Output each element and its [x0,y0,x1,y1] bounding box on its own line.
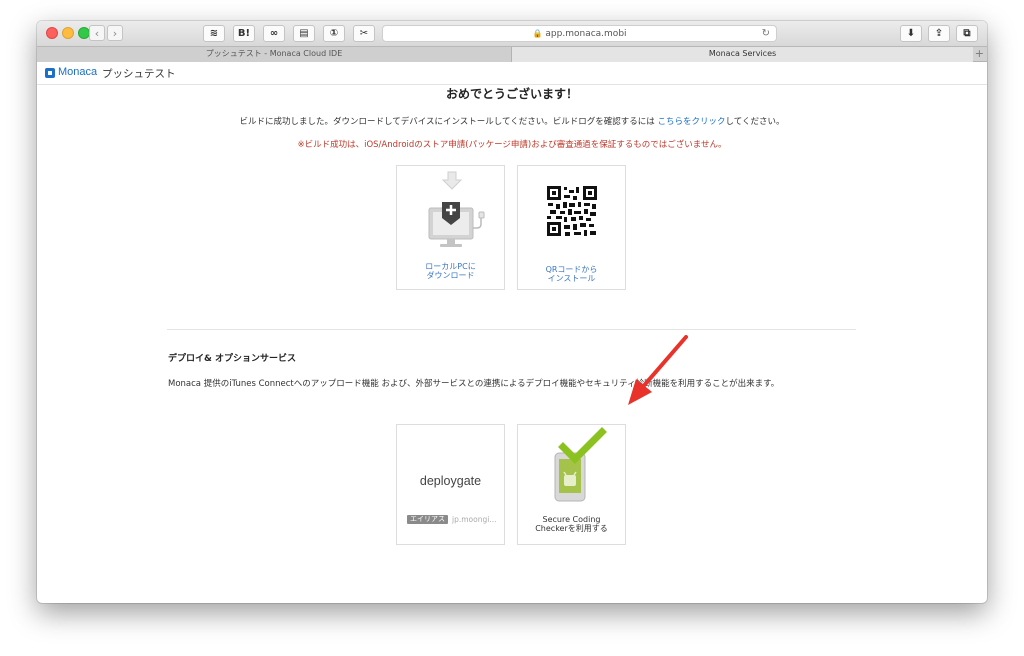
qr-code-icon [547,186,597,236]
deploygate-card[interactable]: deploygate エイリアス jp.moongi... [396,424,505,545]
tabs-overview-icon[interactable]: ⧉ [956,25,978,42]
build-success-message: ビルドに成功しました。ダウンロードしてデバイスにインストールしてください。ビルド… [37,115,987,127]
close-window-button[interactable] [46,27,58,39]
project-name: プッシュテスト [102,68,176,80]
monaca-logo-text[interactable]: Monaca [58,66,97,78]
layers-extension-icon[interactable]: ≋ [203,25,225,42]
alias-value: jp.moongi... [452,515,497,524]
title-bar: ‹ › ≋ B! ∞ ▤ ① ✂ 🔒 app.monaca.mobi ↻ ⬇ ⇪ … [37,21,987,46]
alias-badge: エイリアス [407,515,448,524]
scc-label-line1: Secure Coding [542,515,601,524]
monaca-header: Monaca プッシュテスト [37,62,987,85]
store-warning: ※ビルド成功は、iOS/Androidのストア申請(パッケージ申請)および審査通… [297,140,727,150]
qr-label-line1: QRコードから [545,265,598,274]
onepassword-icon[interactable]: ① [323,25,345,42]
evernote-icon[interactable]: ▤ [293,25,315,42]
forward-button[interactable]: › [107,25,123,41]
tab-bar: プッシュテスト - Monaca Cloud IDE Monaca Servic… [37,46,987,62]
download-label-line2: ダウンロード [426,271,475,280]
qr-install-card[interactable]: QRコードから インストール [517,165,626,290]
download-local-card[interactable]: ローカルPCに ダウンロード [396,165,505,290]
qr-label-line2: インストール [547,274,596,283]
new-tab-button[interactable]: + [975,47,984,61]
deploy-section-title: デプロイ& オプションサービス [168,354,296,364]
lock-icon: 🔒 [532,29,543,38]
hatena-bookmark-icon[interactable]: B! [233,25,255,42]
download-to-pc-icon [428,171,485,247]
back-button[interactable]: ‹ [89,25,105,41]
annotation-arrow [628,335,688,405]
download-label-line1: ローカルPCに [425,262,476,271]
downloads-icon[interactable]: ⬇ [900,25,922,42]
message-prefix: ビルドに成功しました。ダウンロードしてデバイスにインストールしてください。ビルド… [239,117,655,127]
secure-coding-check-icon [554,427,607,502]
url-text: app.monaca.mobi [545,29,627,39]
minimize-window-button[interactable] [62,27,74,39]
build-log-link[interactable]: こちらをクリック [658,117,726,127]
browser-window: ‹ › ≋ B! ∞ ▤ ① ✂ 🔒 app.monaca.mobi ↻ ⬇ ⇪ … [37,21,987,603]
build-result-panel: おめでとうございます！ ビルドに成功しました。ダウンロードしてデバイスにインスト… [37,85,987,603]
monaca-logo-icon [45,68,55,78]
tab-monaca-services[interactable]: Monaca Services [512,47,973,62]
tab-monaca-ide[interactable]: プッシュテスト - Monaca Cloud IDE [37,47,512,62]
message-suffix: してください。 [725,117,785,127]
share-icon[interactable]: ⇪ [928,25,950,42]
link-icon[interactable]: ∞ [263,25,285,42]
deploygate-logo: deploygate [419,474,482,488]
secure-coding-checker-card[interactable]: Secure Coding Checkerを利用する [517,424,626,545]
section-divider [167,329,856,330]
congrats-title: おめでとうございます！ [445,87,578,101]
clipper-icon[interactable]: ✂ [353,25,375,42]
address-bar[interactable]: 🔒 app.monaca.mobi ↻ [382,25,777,42]
scc-label-line2: Checkerを利用する [535,524,608,533]
reload-icon[interactable]: ↻ [762,26,770,41]
